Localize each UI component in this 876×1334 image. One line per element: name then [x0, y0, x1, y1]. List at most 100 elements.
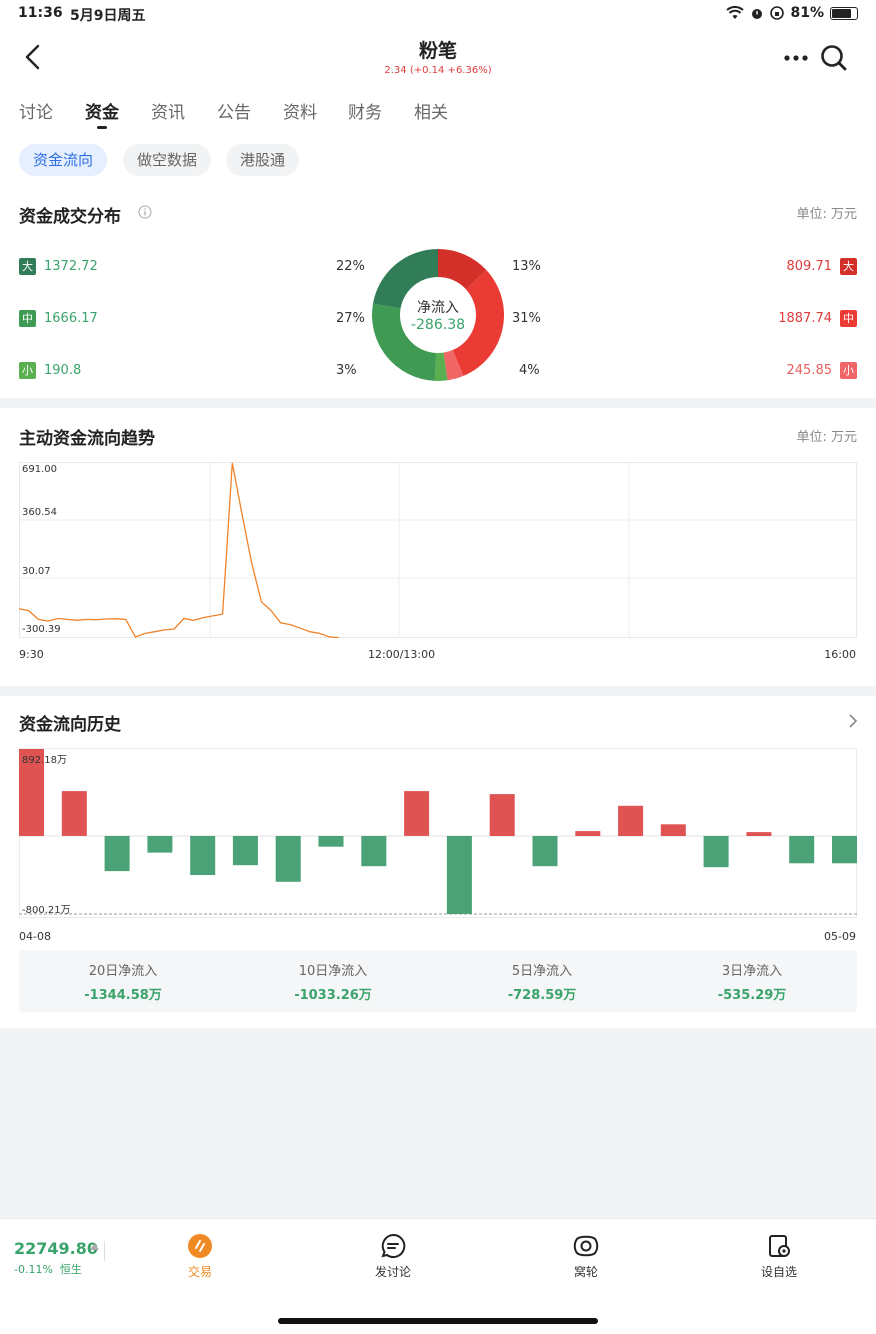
out-mid-value: 1666.17 [44, 311, 98, 326]
summary-label: 5日净流入 [511, 964, 573, 979]
trade-icon [188, 1234, 212, 1258]
history-min-label: -800.21万 [22, 905, 71, 916]
history-bar [232, 836, 258, 866]
out-small-value: 190.8 [44, 363, 82, 378]
trend-y-label: 30.07 [22, 566, 51, 577]
header: 粉笔 2.34 (+0.14 +6.36%) [0, 28, 876, 90]
tag-out-small: 小 [19, 362, 36, 379]
net-inflow-value: -286.38 [410, 317, 466, 333]
summary-20d: 20日净流入 -1344.58万 [33, 960, 213, 1003]
add-watchlist-icon [769, 1235, 790, 1257]
tab-financials[interactable]: 财务 [348, 98, 382, 123]
status-right: 81% [726, 5, 858, 21]
summary-value: -728.59万 [507, 988, 577, 1003]
history-bar [104, 836, 130, 872]
nav-post-label: 发讨论 [374, 1265, 411, 1279]
wifi-icon [726, 6, 745, 19]
history-bar [361, 836, 387, 867]
history-x-start: 04-08 [19, 930, 51, 943]
out-big-pct: 22% [336, 259, 365, 274]
info-icon[interactable] [138, 205, 152, 219]
summary-label: 3日净流入 [721, 964, 783, 979]
summary-10d: 10日净流入 -1033.26万 [243, 960, 423, 1003]
subtab-short-data[interactable]: 做空数据 [123, 144, 212, 176]
subtab-bar: 资金流向 做空数据 港股通 [0, 136, 876, 190]
stock-name: 粉笔 [418, 40, 457, 62]
distribution-unit: 单位: 万元 [796, 207, 857, 222]
trend-unit: 单位: 万元 [796, 430, 857, 445]
tag-out-mid: 中 [19, 310, 36, 327]
history-bar [190, 836, 216, 875]
history-bar [532, 836, 558, 867]
tab-bar: 讨论 资金 资讯 公告 资料 财务 相关 [0, 90, 876, 136]
history-bar [789, 836, 815, 864]
tab-announcements[interactable]: 公告 [217, 98, 251, 123]
in-mid-value: 1887.74 [778, 311, 832, 326]
nav-trade-label: 交易 [187, 1265, 212, 1279]
history-bar [275, 836, 301, 882]
in-mid-pct: 31% [512, 311, 541, 326]
history-bar [832, 836, 857, 864]
nav-watchlist[interactable]: 设自选 [739, 1233, 819, 1280]
search-icon[interactable] [820, 44, 848, 72]
history-bar [147, 836, 173, 853]
summary-label: 10日净流入 [298, 964, 368, 979]
status-date: 5月9日周五 [70, 8, 146, 24]
trend-x-label: 9:30 [19, 648, 44, 661]
summary-value: -535.29万 [717, 988, 787, 1003]
divider [104, 1241, 105, 1261]
rotation-lock-icon [770, 6, 785, 20]
more-icon[interactable] [784, 54, 808, 62]
bottom-bar: 22749.80 -0.11% 恒生 交易 发讨论 窝轮 设自选 [0, 1218, 876, 1334]
chat-bubble-icon [381, 1233, 406, 1258]
history-chart [19, 748, 857, 918]
history-bar [575, 831, 601, 836]
chevron-right-icon[interactable] [848, 714, 858, 728]
status-time: 11:36 [18, 5, 63, 21]
distribution-title: 资金成交分布 [19, 207, 121, 227]
stock-price-change: 2.34 (+0.14 +6.36%) [384, 65, 492, 76]
history-x-end: 05-09 [824, 930, 856, 943]
tab-related[interactable]: 相关 [414, 98, 448, 123]
subtab-stock-connect[interactable]: 港股通 [226, 144, 300, 176]
battery-percent: 81% [790, 5, 824, 21]
tab-news[interactable]: 资讯 [151, 98, 185, 123]
trend-x-label: 12:00/13:00 [368, 648, 436, 661]
net-inflow-summary: 20日净流入 -1344.58万 10日净流入 -1033.26万 5日净流入 … [19, 950, 857, 1012]
history-bar [61, 791, 87, 836]
trend-chart [19, 462, 857, 638]
subtab-fund-flow[interactable]: 资金流向 [19, 144, 108, 176]
in-big-value: 809.71 [786, 259, 833, 274]
home-indicator [278, 1318, 598, 1324]
alarm-icon [752, 9, 763, 19]
active-tab-indicator [97, 126, 107, 129]
index-change: -0.11% 恒生 [14, 1261, 82, 1277]
tab-profile[interactable]: 资料 [283, 98, 317, 123]
warrant-icon [573, 1235, 599, 1257]
history-max-label: 892.18万 [22, 755, 67, 766]
nav-trade[interactable]: 交易 [160, 1233, 240, 1280]
history-bar [318, 836, 344, 847]
trend-y-label: -300.39 [22, 624, 61, 635]
index-value[interactable]: 22749.80 [14, 1239, 98, 1258]
summary-3d: 3日净流入 -535.29万 [662, 960, 842, 1003]
trend-x-label: 16:00 [824, 648, 856, 661]
tag-in-big: 大 [840, 258, 857, 275]
nav-post[interactable]: 发讨论 [353, 1233, 433, 1280]
trend-card: 主动资金流向趋势 单位: 万元 691.00 360.54 30.07 -300… [0, 408, 876, 686]
trend-frame [19, 462, 857, 638]
status-bar: 11:36 5月9日周五 81% [0, 0, 876, 28]
tab-funds[interactable]: 资金 [85, 98, 119, 123]
tag-in-mid: 中 [840, 310, 857, 327]
history-frame [19, 748, 857, 918]
history-bar [618, 805, 644, 836]
triangle-up-icon [90, 1243, 99, 1250]
history-bar [660, 824, 686, 836]
history-bar [446, 836, 472, 914]
history-bar [489, 794, 515, 836]
summary-5d: 5日净流入 -728.59万 [452, 960, 632, 1003]
nav-warrants[interactable]: 窝轮 [546, 1233, 626, 1280]
net-inflow-label: 净流入 [417, 300, 459, 316]
tab-discussion[interactable]: 讨论 [19, 98, 53, 123]
battery-icon [830, 6, 858, 20]
